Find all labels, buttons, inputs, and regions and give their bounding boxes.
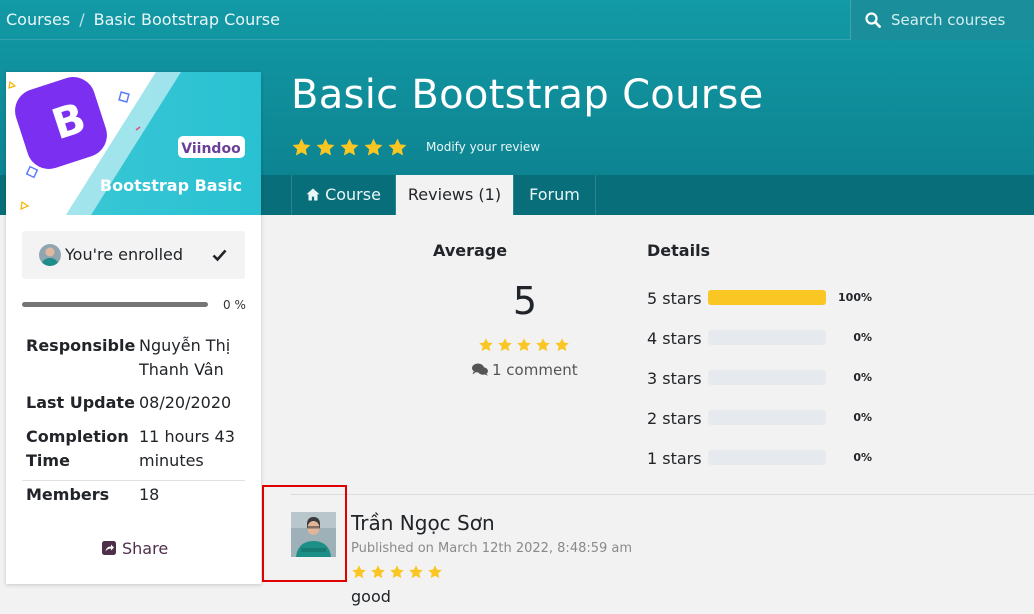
viindoo-logo: Viindoo [181,141,241,157]
search-input[interactable] [891,8,1031,32]
star-icon [408,564,424,580]
star-icon [291,137,312,158]
average-heading: Average [433,241,508,260]
rating-label: 1 stars [647,449,702,468]
reviewer-avatar[interactable] [291,512,336,557]
star-icon [497,337,513,353]
tab-reviews-label: Reviews (1) [407,185,502,204]
reviews-divider [291,494,1034,495]
share-icon [102,541,116,555]
breadcrumb-current: Basic Bootstrap Course [93,10,280,29]
rating-distribution-row: 3 stars 0% [647,369,887,389]
progress-bar [22,302,208,307]
info-divider [22,480,245,481]
info-key: Completion Time [26,427,129,470]
progress-percent: 0 % [223,298,246,312]
rating-label: 5 stars [647,289,702,308]
comments-icon [472,363,488,376]
star-icon [535,337,551,353]
avatar [39,244,61,266]
details-heading: Details [647,241,711,260]
breadcrumb-separator: / [79,10,85,29]
rating-distribution-row: 4 stars 0% [647,329,887,349]
top-bar: Courses / Basic Bootstrap Course [0,0,1034,40]
reviewer-name: Trần Ngọc Sơn [351,511,495,535]
star-icon [351,564,367,580]
rating-percent: 100% [838,291,872,304]
average-rating-value: 5 [512,279,538,323]
review-rating-stars [351,564,443,580]
info-value: 18 [139,485,160,504]
star-icon [315,137,336,158]
star-icon [389,564,405,580]
course-sidebar-card: B Viindoo Bootstrap Basic You're enrolle… [6,72,261,584]
breadcrumb-courses-link[interactable]: Courses [6,10,70,29]
course-title: Basic Bootstrap Course [291,72,764,118]
comment-count-label: 1 comment [492,361,578,379]
review-date: Published on March 12th 2022, 8:48:59 am [351,541,633,556]
average-rating-stars [478,337,570,353]
info-value: Nguyễn Thị Thanh Vân [139,336,231,379]
tab-forum[interactable]: Forum [513,175,596,215]
tab-forum-label: Forum [529,185,580,204]
search-icon[interactable] [865,12,881,28]
check-icon [212,249,227,262]
star-icon [554,337,570,353]
star-icon [387,137,408,158]
info-value: 08/20/2020 [139,393,232,412]
rating-label: 2 stars [647,409,702,428]
thumbnail-caption: Bootstrap Basic [100,176,242,195]
rating-percent: 0% [853,411,872,424]
info-value: 11 hours 43 minutes [139,427,235,470]
rating-percent: 0% [853,331,872,344]
enrolled-badge: You're enrolled [22,231,245,279]
search-box [850,0,1034,40]
modify-review-link[interactable]: Modify your review [426,140,540,154]
info-key: Responsible [26,336,136,355]
review-text: good [351,587,391,606]
star-icon [478,337,494,353]
rating-label: 3 stars [647,369,702,388]
enrolled-label: You're enrolled [65,245,184,264]
course-thumbnail: B Viindoo Bootstrap Basic [6,72,261,215]
rating-percent: 0% [853,371,872,384]
star-icon [370,564,386,580]
share-button[interactable]: Share [102,539,168,558]
comment-count: 1 comment [472,361,578,379]
info-key: Members [26,485,110,504]
share-label: Share [122,539,169,558]
rating-percent: 0% [853,451,872,464]
breadcrumb: Courses / Basic Bootstrap Course [6,10,280,29]
rating-label: 4 stars [647,329,702,348]
info-key: Last Update [26,393,135,412]
rating-distribution-row: 5 stars 100% [647,289,887,309]
rating-distribution-row: 2 stars 0% [647,409,887,429]
tab-course-label: Course [325,185,381,204]
star-icon [427,564,443,580]
rating-distribution-row: 1 stars 0% [647,449,887,469]
star-icon [339,137,360,158]
star-icon [516,337,532,353]
tab-reviews[interactable]: Reviews (1) [396,175,513,215]
star-icon [363,137,384,158]
home-icon [306,188,320,201]
course-rating-stars [291,137,408,158]
tab-course[interactable]: Course [291,175,396,215]
